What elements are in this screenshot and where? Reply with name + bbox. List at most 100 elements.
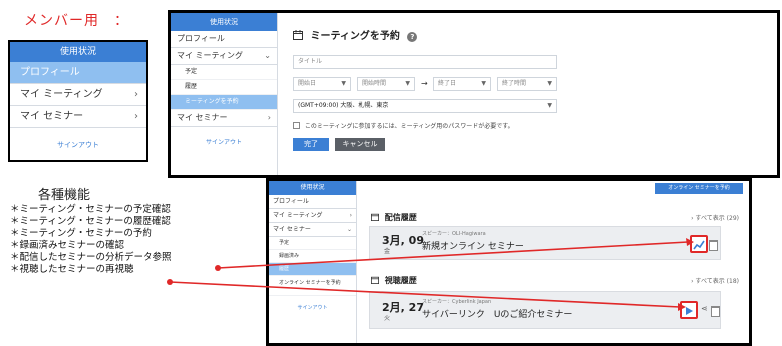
arrow-start-dot <box>215 265 221 271</box>
section-title-text: 視聴履歴 <box>384 276 417 285</box>
sidebar-item-label: マイ ミーティング <box>177 51 244 60</box>
card-day: 金 <box>384 248 391 255</box>
calendar-icon <box>293 30 303 40</box>
feature-item: ＊ミーティング・セミナーの履歴確認 <box>10 216 171 227</box>
feature-item: ＊ミーティング・セミナーの予約 <box>10 228 152 239</box>
title-input[interactable]: タイトル <box>293 55 557 69</box>
delivery-card[interactable]: 3月, 09 金 スピーカー：OLI-Hagiwara 新規オンライン セミナー <box>369 226 721 260</box>
feature-item: ＊配信したセミナーの分析データ参照 <box>10 252 172 263</box>
password-option[interactable]: このミーティングに参加するには、ミーティング用のパスワードが必要です。 <box>293 121 514 130</box>
start-time-placeholder: 開始時間 <box>362 80 387 87</box>
sidebar-item-my-seminar[interactable]: マイ セミナー › <box>10 106 146 128</box>
features-list: ＊ミーティング・セミナーの予定確認 ＊ミーティング・セミナーの履歴確認 ＊ミーテ… <box>10 204 172 276</box>
calendar-icon <box>371 276 379 284</box>
start-time-field[interactable]: 開始時間 ▼ <box>357 77 415 91</box>
timezone-value: (GMT+09:00) 大阪、札幌、東京 <box>298 102 389 109</box>
cancel-button[interactable]: キャンセル <box>335 138 385 151</box>
feature-item: ＊ミーティング・セミナーの予定確認 <box>10 204 171 215</box>
card-title: サイバーリンク Uのご紹介セミナー <box>422 310 573 320</box>
sidebar-item-my-seminar[interactable]: マイ セミナー › <box>171 110 277 127</box>
timezone-select[interactable]: (GMT+09:00) 大阪、札幌、東京 ▼ <box>293 99 557 113</box>
sidebar-item-profile[interactable]: プロフィール <box>269 195 356 209</box>
sidebar: 使用状況 プロフィール マイ ミーティング › マイ セミナー ⌄ 予定 録画済… <box>269 181 357 343</box>
play-icon <box>686 307 693 315</box>
sidebar-item-label: マイ セミナー <box>177 113 228 122</box>
viewing-history-title: 視聴履歴 <box>371 275 417 286</box>
feature-item: ＊録画済みセミナーの確認 <box>10 240 125 251</box>
chart-icon <box>693 240 705 250</box>
book-seminar-button[interactable]: オンライン セミナーを予約 <box>655 183 743 194</box>
chevron-down-icon: ▼ <box>547 80 552 87</box>
password-checkbox[interactable] <box>293 122 300 129</box>
viewing-card[interactable]: 2月, 27 火 スピーカー：Cyberlink Japan サイバーリンク U… <box>369 291 721 329</box>
page-title: ミーティングを予約 ? <box>293 27 418 42</box>
seminar-history-main: オンライン セミナーを予約 配信履歴 › すべて表示 (29) 3月, 09 金… <box>361 181 749 343</box>
sidebar-header: 使用状況 <box>269 181 356 195</box>
arrow-icon: → <box>421 79 428 88</box>
sidebar-header: 使用状況 <box>10 42 146 62</box>
sidebar-header: 使用状況 <box>171 13 277 31</box>
feature-item: ＊視聴したセミナーの再視聴 <box>10 264 134 275</box>
chevron-down-icon: ▼ <box>341 80 346 87</box>
card-day: 火 <box>384 315 391 322</box>
chevron-right-icon: › <box>134 89 138 100</box>
see-all-delivery-link[interactable]: › すべて表示 (29) <box>691 213 739 222</box>
sidebar-subitem-book-seminar[interactable]: オンライン セミナーを予約 <box>269 276 356 296</box>
sidebar-item-label: マイ セミナー <box>273 226 311 233</box>
page-title-text: ミーティングを予約 <box>310 31 400 42</box>
end-date-placeholder: 終了日 <box>438 80 457 87</box>
trash-icon[interactable] <box>711 306 720 317</box>
sidebar-item-my-meeting[interactable]: マイ ミーティング › <box>269 209 356 223</box>
sidebar-item-profile[interactable]: プロフィール <box>171 31 277 48</box>
share-icon[interactable]: ⋖ <box>701 304 708 313</box>
chevron-down-icon: ⌄ <box>346 226 352 233</box>
features-title: 各種機能 <box>38 188 91 203</box>
sidebar: 使用状況 プロフィール マイ ミーティング ⌄ 予定 履歴 ミーティングを予約 … <box>171 13 278 175</box>
member-heading: メンバー用 ： <box>24 13 129 29</box>
sidebar-subitem-history[interactable]: 履歴 <box>269 263 356 276</box>
help-icon[interactable]: ? <box>407 32 418 42</box>
card-speaker: スピーカー：Cyberlink Japan <box>422 299 492 305</box>
replay-button[interactable] <box>680 301 698 319</box>
sidebar-item-my-meeting[interactable]: マイ ミーティング ⌄ <box>171 48 277 65</box>
sidebar-item-my-meeting[interactable]: マイ ミーティング › <box>10 84 146 106</box>
section-title-text: 配信履歴 <box>384 213 417 222</box>
sign-out-link[interactable]: サインアウト <box>171 137 277 146</box>
member-sidebar-panel: 使用状況 プロフィール マイ ミーティング › マイ セミナー › サインアウト <box>8 40 148 162</box>
sidebar-subitem-schedule[interactable]: 予定 <box>171 65 277 80</box>
sidebar-item-label: プロフィール <box>20 67 80 78</box>
seminar-history-panel: 使用状況 プロフィール マイ ミーティング › マイ セミナー ⌄ 予定 録画済… <box>266 178 752 346</box>
start-date-field[interactable]: 開始日 ▼ <box>293 77 351 91</box>
see-all-viewing-link[interactable]: › すべて表示 (18) <box>691 276 739 285</box>
chevron-right-icon: › <box>134 111 138 122</box>
meeting-booking-panel: 使用状況 プロフィール マイ ミーティング ⌄ 予定 履歴 ミーティングを予約 … <box>168 10 780 178</box>
sidebar-item-my-seminar[interactable]: マイ セミナー ⌄ <box>269 223 356 237</box>
sidebar-item-label: マイ セミナー <box>20 111 84 122</box>
sidebar-item-label: マイ ミーティング <box>273 212 323 219</box>
calendar-icon <box>371 213 379 221</box>
sidebar-subitem-history[interactable]: 履歴 <box>171 80 277 95</box>
submit-button[interactable]: 完了 <box>293 138 329 151</box>
sidebar-subitem-recorded[interactable]: 録画済み <box>269 250 356 263</box>
chevron-down-icon: ▼ <box>405 80 410 87</box>
sidebar-item-profile[interactable]: プロフィール <box>10 62 146 84</box>
card-title: 新規オンライン セミナー <box>422 242 524 252</box>
sidebar-item-label: マイ ミーティング <box>20 89 103 100</box>
arrow-start-dot <box>167 279 173 285</box>
sign-out-link[interactable]: サインアウト <box>269 304 356 311</box>
trash-icon[interactable] <box>709 240 718 251</box>
chevron-right-icon: › <box>349 212 352 219</box>
delivery-history-title: 配信履歴 <box>371 212 417 223</box>
analytics-button[interactable] <box>690 235 708 253</box>
end-date-field[interactable]: 終了日 ▼ <box>433 77 491 91</box>
sidebar-subitem-schedule[interactable]: 予定 <box>269 237 356 250</box>
chevron-down-icon: ▼ <box>481 80 486 87</box>
sign-out-link[interactable]: サインアウト <box>10 140 146 150</box>
chevron-down-icon: ⌄ <box>264 51 271 60</box>
end-time-field[interactable]: 終了時間 ▼ <box>497 77 557 91</box>
start-date-placeholder: 開始日 <box>298 80 317 87</box>
sidebar-subitem-book-meeting[interactable]: ミーティングを予約 <box>171 95 277 110</box>
chevron-down-icon: ▼ <box>547 102 552 109</box>
card-speaker: スピーカー：OLI-Hagiwara <box>422 231 486 237</box>
chevron-right-icon: › <box>267 113 271 122</box>
